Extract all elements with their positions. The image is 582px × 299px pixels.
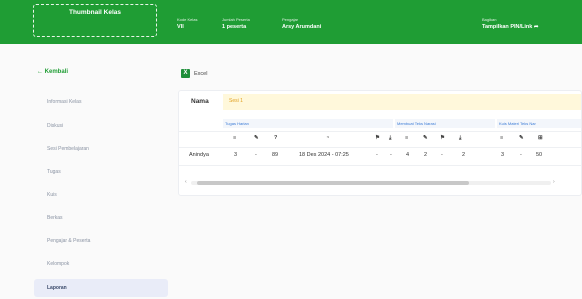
- download-icon: ⤓: [389, 135, 392, 141]
- sidebar-item-berkas[interactable]: Berkas: [47, 215, 63, 221]
- pengajar-label: Pengajar: [282, 17, 299, 22]
- download-icon: ⤓: [459, 135, 462, 141]
- sidebar-item-pengajar-peserta[interactable]: Pengajar & Peserta: [47, 238, 90, 244]
- divider: [179, 147, 581, 148]
- sidebar-item-laporan[interactable]: Laporan: [34, 279, 168, 297]
- excel-export-button[interactable]: X Excel: [181, 69, 207, 78]
- table-cell: -: [390, 152, 392, 158]
- bagikan-info: Bagikan Tampilkan PIN/Link ➦: [482, 17, 538, 30]
- group-header-tugas-harian: Tugas Harian: [223, 119, 393, 128]
- jumlah-peserta-info: Jumlah Peserta 1 peserta: [222, 17, 250, 30]
- show-pin-link-button[interactable]: Tampilkan PIN/Link ➦: [482, 24, 538, 30]
- sidebar-item-tugas[interactable]: Tugas: [47, 169, 61, 175]
- table-cell: -: [520, 152, 522, 158]
- pencil-icon: ✎: [423, 135, 428, 141]
- kode-kelas-info: Kode Kelas VII: [177, 17, 197, 30]
- excel-icon: X: [181, 69, 190, 78]
- pengajar-info: Pengajar Arsy Arumdani: [282, 17, 321, 30]
- sidebar-item-kelompok[interactable]: Kelompok: [47, 261, 69, 267]
- table-cell: 2: [424, 152, 428, 158]
- table-cell: -: [441, 152, 443, 158]
- flag-icon: ⚑: [375, 135, 380, 141]
- kode-kelas-label: Kode Kelas: [177, 17, 198, 22]
- share-arrow-icon: ➦: [533, 24, 539, 30]
- thumbnail-label: Thumbnail Kelas: [68, 9, 121, 16]
- flag-icon: ⚑: [440, 135, 445, 141]
- bagikan-label: Bagikan: [482, 17, 497, 22]
- clock-icon: ◔: [326, 135, 330, 141]
- sidebar-item-kuis[interactable]: Kuis: [47, 192, 57, 198]
- table-cell: -: [376, 152, 378, 158]
- table-cell: 89: [272, 152, 279, 158]
- table-cell: 50: [536, 152, 543, 158]
- pencil-icon: ✎: [254, 135, 259, 141]
- back-label: Kembali: [44, 69, 69, 75]
- class-header: Thumbnail Kelas Kode Kelas VII Jumlah Pe…: [0, 0, 582, 44]
- sidebar-item-sesi-pembelajaran[interactable]: Sesi Pembelajaran: [47, 146, 89, 152]
- table-cell: 2: [462, 152, 466, 158]
- sidebar-item-informasi-kelas[interactable]: Informasi Kelas: [47, 99, 81, 105]
- jumlah-peserta-value: 1 peserta: [222, 24, 247, 30]
- sidebar-item-diskusi[interactable]: Diskusi: [47, 123, 63, 129]
- table-cell: 18 Des 2024 - 07:25: [299, 152, 349, 158]
- show-pin-link-label: Tampilkan PIN/Link: [482, 24, 533, 30]
- divider: [179, 131, 581, 132]
- table-cell: 3: [234, 152, 238, 158]
- table-cell: 4: [406, 152, 410, 158]
- sesi-label: Sesi 1: [229, 98, 243, 104]
- class-thumbnail[interactable]: Thumbnail Kelas: [33, 4, 157, 37]
- sesi-header: Sesi 1: [223, 94, 581, 110]
- list-icon: ≡: [233, 135, 237, 141]
- divider: [179, 165, 581, 166]
- grid-icon: ⊞: [538, 135, 543, 141]
- name-header-row: Nama Sesi 1: [179, 91, 581, 113]
- list-icon: ≡: [405, 135, 409, 141]
- question-header: ?: [274, 135, 278, 141]
- table-cell: 3: [501, 152, 505, 158]
- student-name: Anindya: [189, 152, 209, 158]
- kode-kelas-value: VII: [177, 24, 184, 30]
- arrow-left-icon: ←: [37, 69, 43, 75]
- report-table-card: Nama Sesi 1 Tugas Harian Membuat Teks Na…: [178, 90, 582, 196]
- table-cell: -: [255, 152, 257, 158]
- column-header-row: ≡ ✎ ? ◔ ⚑ ⤓ ≡ ✎ ⚑ ⤓ ≡ ✎ ⊞: [179, 133, 581, 146]
- back-link[interactable]: ← Kembali: [37, 69, 68, 75]
- table-row: Anindya 3 - 89 18 Des 2024 - 07:25 - - 4…: [179, 149, 581, 162]
- jumlah-peserta-label: Jumlah Peserta: [222, 17, 250, 22]
- excel-label: Excel: [194, 70, 208, 77]
- list-icon: ≡: [500, 135, 504, 141]
- group-header-membuat-teks-narasi: Membuat Teks Narasi: [395, 119, 495, 128]
- scroll-left-arrow-icon[interactable]: ‹: [185, 179, 187, 185]
- nama-label: Nama: [191, 98, 209, 105]
- scroll-right-arrow-icon[interactable]: ›: [553, 179, 555, 185]
- horizontal-scrollbar[interactable]: ‹ ›: [185, 179, 557, 186]
- scrollbar-thumb[interactable]: [197, 181, 469, 185]
- group-header-kuis-materi: Kuis Materi Teks Nar: [497, 119, 581, 128]
- pencil-icon: ✎: [519, 135, 524, 141]
- sidebar-item-laporan-label: Laporan: [47, 285, 67, 291]
- pengajar-value: Arsy Arumdani: [282, 24, 322, 30]
